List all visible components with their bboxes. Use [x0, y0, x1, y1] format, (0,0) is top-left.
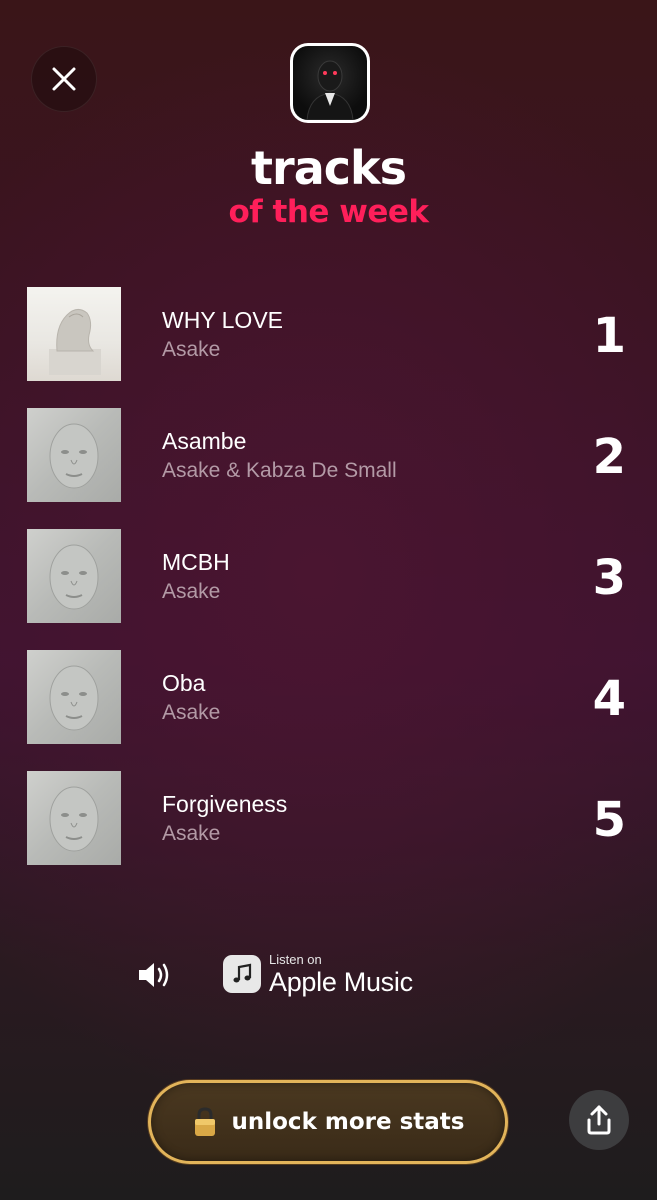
track-row[interactable]: WHY LOVE Asake 1 — [27, 287, 637, 382]
track-title: Forgiveness — [162, 791, 288, 817]
album-cover — [27, 408, 121, 502]
share-icon — [587, 1105, 611, 1135]
unlock-label: unlock more stats — [231, 1109, 465, 1135]
track-rank: 4 — [592, 671, 626, 727]
track-title: Oba — [162, 670, 206, 696]
lock-icon — [194, 1107, 215, 1136]
track-artist: Asake — [162, 822, 221, 845]
track-artist: Asake & Kabza De Small — [162, 459, 397, 482]
track-artist: Asake — [162, 701, 221, 724]
apple-music-link[interactable]: Listen on Apple Music — [223, 952, 413, 996]
track-artist: Asake — [162, 580, 221, 603]
track-rank: 1 — [592, 308, 626, 364]
page-title: tracks — [251, 141, 407, 195]
apple-music-caption: Listen on — [269, 951, 322, 967]
track-rank: 2 — [592, 429, 626, 485]
track-title: WHY LOVE — [162, 307, 283, 333]
apple-music-icon — [223, 955, 261, 993]
speaker-icon — [139, 963, 169, 987]
album-cover — [27, 650, 121, 744]
track-row[interactable]: MCBH Asake 3 — [27, 529, 637, 624]
apple-music-label: Apple Music — [269, 966, 413, 997]
album-cover — [27, 529, 121, 623]
album-cover — [27, 771, 121, 865]
track-rank: 3 — [592, 550, 626, 606]
track-row[interactable]: Asambe Asake & Kabza De Small 2 — [27, 408, 637, 503]
close-button[interactable] — [31, 46, 97, 112]
share-button[interactable] — [569, 1090, 629, 1150]
page-subtitle: of the week — [228, 194, 429, 230]
user-avatar[interactable] — [290, 43, 370, 123]
track-title: Asambe — [162, 428, 247, 454]
unlock-more-stats-button[interactable]: unlock more stats — [148, 1080, 508, 1164]
sound-toggle-button[interactable] — [137, 958, 175, 992]
track-title: MCBH — [162, 549, 230, 575]
close-icon — [52, 67, 76, 91]
album-cover — [27, 287, 121, 381]
avatar-image — [293, 46, 367, 120]
track-row[interactable]: Forgiveness Asake 5 — [27, 771, 637, 866]
track-artist: Asake — [162, 338, 221, 361]
track-row[interactable]: Oba Asake 4 — [27, 650, 637, 745]
track-rank: 5 — [592, 792, 626, 848]
